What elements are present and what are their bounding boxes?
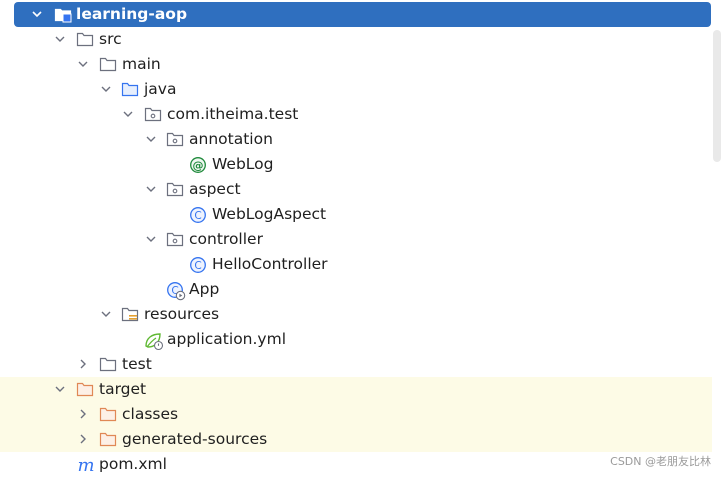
- tree-node-label: main: [122, 55, 161, 73]
- tree-node-label: WebLog: [212, 155, 274, 173]
- runnable-class-icon: C: [166, 277, 186, 302]
- tree-node-generated-sources[interactable]: generated-sources: [0, 427, 712, 452]
- spring-config-icon: [144, 327, 164, 352]
- tree-node-learning-aop[interactable]: learning-aop: [14, 2, 711, 27]
- excluded-folder-icon: [99, 402, 119, 427]
- resources-root-folder-icon: [121, 302, 141, 327]
- maven-pom-icon: m: [76, 452, 96, 477]
- class-icon: C: [189, 202, 209, 227]
- chevron-down-icon[interactable]: [99, 77, 113, 102]
- project-tree: learning-aop src main java com.itheima.t…: [0, 0, 723, 475]
- tree-node-label: WebLogAspect: [212, 205, 327, 223]
- tree-node-label: learning-aop: [76, 5, 188, 23]
- excluded-folder-icon: [99, 427, 119, 452]
- chevron-down-icon[interactable]: [144, 227, 158, 252]
- source-root-folder-icon: [121, 77, 141, 102]
- tree-node-label: classes: [122, 405, 179, 423]
- svg-text:C: C: [194, 210, 201, 222]
- folder-icon: [99, 352, 119, 377]
- svg-text:m: m: [77, 456, 94, 474]
- tree-node-label: App: [189, 280, 220, 298]
- svg-text:C: C: [194, 260, 201, 272]
- excluded-folder-icon: [76, 377, 96, 402]
- module-folder-icon: [54, 2, 74, 27]
- package-icon: [144, 102, 164, 127]
- tree-node-label: pom.xml: [99, 455, 167, 473]
- tree-node-label: generated-sources: [122, 430, 268, 448]
- tree-node-label: com.itheima.test: [167, 105, 299, 123]
- tree-node-label: test: [122, 355, 152, 373]
- chevron-down-icon[interactable]: [144, 127, 158, 152]
- tree-node-label: controller: [189, 230, 263, 248]
- tree-node-label: application.yml: [167, 330, 287, 348]
- package-icon: [166, 177, 186, 202]
- folder-icon: [99, 52, 119, 77]
- tree-node-label: target: [99, 380, 147, 398]
- chevron-down-icon[interactable]: [144, 177, 158, 202]
- chevron-down-icon[interactable]: [76, 52, 90, 77]
- svg-text:@: @: [193, 159, 204, 172]
- package-icon: [166, 127, 186, 152]
- vertical-scrollbar[interactable]: [713, 30, 721, 162]
- chevron-down-icon[interactable]: [99, 302, 113, 327]
- tree-node-target[interactable]: target: [0, 377, 712, 402]
- chevron-down-icon[interactable]: [53, 377, 67, 402]
- chevron-down-icon[interactable]: [53, 27, 67, 52]
- tree-node-label: annotation: [189, 130, 273, 148]
- tree-node-label: src: [99, 30, 122, 48]
- class-icon: C: [189, 252, 209, 277]
- annotation-type-icon: @: [189, 152, 209, 177]
- folder-icon: [76, 27, 96, 52]
- package-icon: [166, 227, 186, 252]
- tree-node-label: aspect: [189, 180, 241, 198]
- tree-node-label: HelloController: [212, 255, 328, 273]
- chevron-right-icon[interactable]: [76, 352, 90, 377]
- tree-node-classes[interactable]: classes: [0, 402, 712, 427]
- watermark: CSDN @老朋友比林: [610, 455, 711, 468]
- chevron-down-icon[interactable]: [30, 2, 44, 27]
- chevron-right-icon[interactable]: [76, 427, 90, 452]
- chevron-down-icon[interactable]: [121, 102, 135, 127]
- chevron-right-icon[interactable]: [76, 402, 90, 427]
- tree-node-label: resources: [144, 305, 220, 323]
- tree-node-label: java: [144, 80, 177, 98]
